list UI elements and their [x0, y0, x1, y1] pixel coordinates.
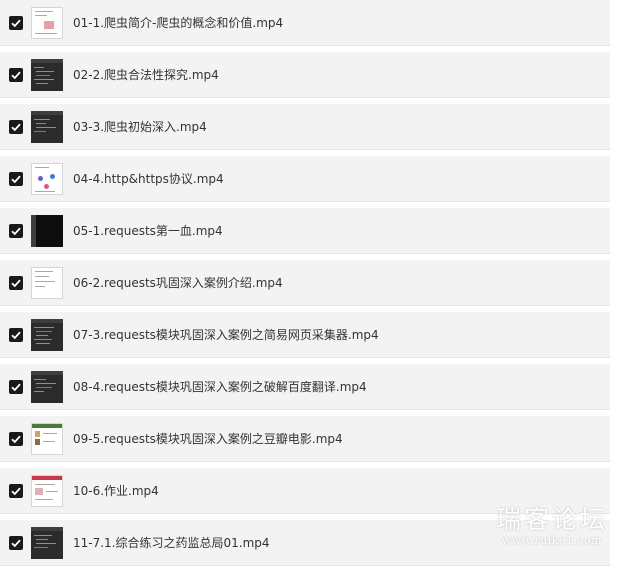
checkmark-icon	[11, 175, 21, 184]
video-thumbnail	[31, 215, 63, 247]
checkbox-checked[interactable]	[9, 484, 23, 498]
checkbox-checked[interactable]	[9, 536, 23, 550]
file-row[interactable]: 01-1.爬虫简介-爬虫的概念和价值.mp4	[0, 0, 610, 46]
video-thumbnail	[31, 7, 63, 39]
file-name: 10-6.作业.mp4	[73, 484, 159, 498]
checkmark-icon	[11, 435, 21, 444]
watermark-text: 瑞客论坛	[495, 505, 608, 534]
video-thumbnail	[31, 59, 63, 91]
checkmark-icon	[11, 331, 21, 340]
checkbox-checked[interactable]	[9, 276, 23, 290]
checkbox-checked[interactable]	[9, 120, 23, 134]
watermark: 瑞客论坛 www.ruike1.com	[496, 506, 608, 548]
checkmark-icon	[11, 279, 21, 288]
file-name: 02-2.爬虫合法性探究.mp4	[73, 68, 219, 82]
file-row[interactable]: 04-4.http&https协议.mp4	[0, 156, 610, 202]
file-name: 08-4.requests模块巩固深入案例之破解百度翻译.mp4	[73, 380, 367, 394]
checkmark-icon	[11, 539, 21, 548]
video-thumbnail	[31, 475, 63, 507]
file-row[interactable]: 02-2.爬虫合法性探究.mp4	[0, 52, 610, 98]
video-thumbnail	[31, 163, 63, 195]
file-name: 05-1.requests第一血.mp4	[73, 224, 223, 238]
file-row[interactable]: 09-5.requests模块巩固深入案例之豆瓣电影.mp4	[0, 416, 610, 462]
file-row[interactable]: 06-2.requests巩固深入案例介绍.mp4	[0, 260, 610, 306]
file-name: 09-5.requests模块巩固深入案例之豆瓣电影.mp4	[73, 432, 343, 446]
video-thumbnail	[31, 319, 63, 351]
checkmark-icon	[11, 383, 21, 392]
checkbox-checked[interactable]	[9, 380, 23, 394]
checkmark-icon	[11, 71, 21, 80]
checkbox-checked[interactable]	[9, 16, 23, 30]
checkbox-checked[interactable]	[9, 224, 23, 238]
file-row[interactable]: 08-4.requests模块巩固深入案例之破解百度翻译.mp4	[0, 364, 610, 410]
file-row[interactable]: 03-3.爬虫初始深入.mp4	[0, 104, 610, 150]
checkbox-checked[interactable]	[9, 328, 23, 342]
file-name: 07-3.requests模块巩固深入案例之简易网页采集器.mp4	[73, 328, 379, 342]
video-thumbnail	[31, 111, 63, 143]
file-row[interactable]: 05-1.requests第一血.mp4	[0, 208, 610, 254]
checkbox-checked[interactable]	[9, 68, 23, 82]
file-row[interactable]: 07-3.requests模块巩固深入案例之简易网页采集器.mp4	[0, 312, 610, 358]
checkbox-checked[interactable]	[9, 432, 23, 446]
checkmark-icon	[11, 487, 21, 496]
video-thumbnail	[31, 267, 63, 299]
video-thumbnail	[31, 371, 63, 403]
file-name: 03-3.爬虫初始深入.mp4	[73, 120, 207, 134]
checkmark-icon	[11, 19, 21, 28]
file-name: 01-1.爬虫简介-爬虫的概念和价值.mp4	[73, 16, 284, 30]
watermark-url: www.ruike1.com	[501, 534, 603, 547]
file-name: 06-2.requests巩固深入案例介绍.mp4	[73, 276, 283, 290]
file-name: 11-7.1.综合练习之药监总局01.mp4	[73, 536, 270, 550]
video-thumbnail	[31, 423, 63, 455]
checkmark-icon	[11, 123, 21, 132]
checkmark-icon	[11, 227, 21, 236]
file-name: 04-4.http&https协议.mp4	[73, 172, 224, 186]
video-thumbnail	[31, 527, 63, 559]
checkbox-checked[interactable]	[9, 172, 23, 186]
